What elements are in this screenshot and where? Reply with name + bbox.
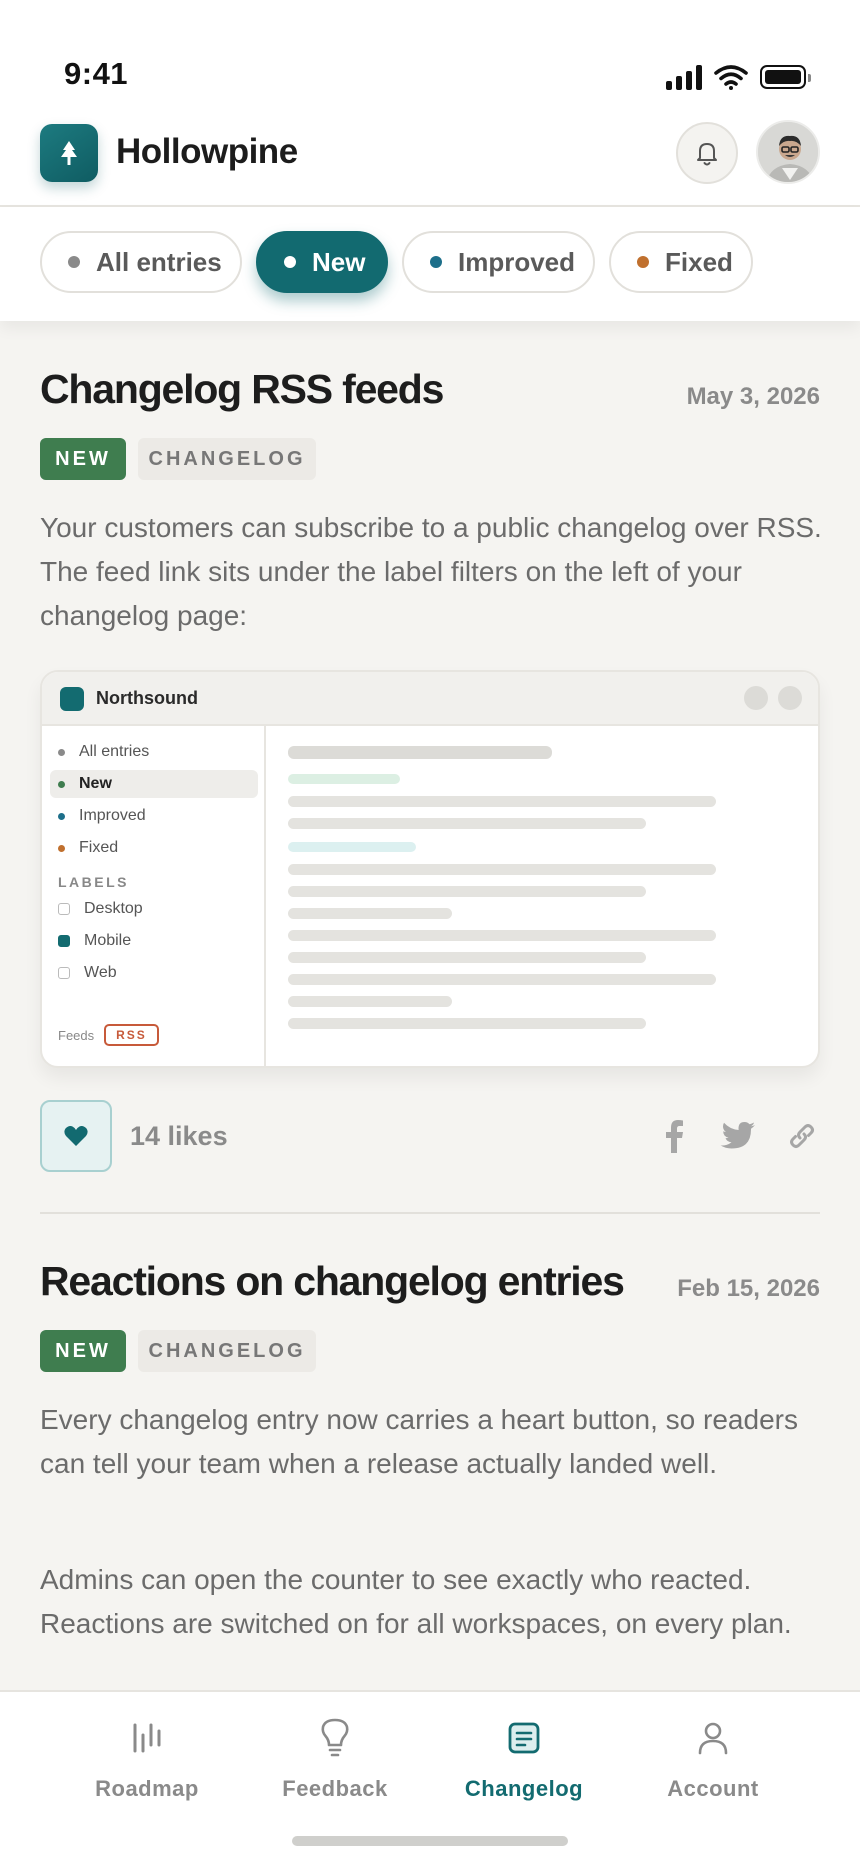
tag-new: NEW [40,438,126,480]
entry-date: Feb 15, 2026 [677,1275,820,1302]
filter-dot [637,256,649,268]
tab-label: Feedback [282,1776,388,1801]
app-logo[interactable] [40,124,98,182]
mock-sidebar-item-selected: New [50,770,258,798]
tab-feedback[interactable]: Feedback [250,1714,420,1802]
mock-window-control [744,686,768,710]
twitter-share-button[interactable] [720,1118,756,1154]
changelog-screenshot-mockup: Northsound All entries New Improved Fixe… [40,670,820,1068]
wifi-icon [714,65,748,90]
filter-dot [68,256,80,268]
filter-dot [284,256,296,268]
status-icons [666,64,811,90]
cellular-signal-icon [666,64,702,90]
likes-count[interactable]: 14 likes [130,1121,228,1152]
mock-app-name: Northsound [96,688,198,708]
pine-tree-icon [61,141,77,165]
facebook-share-button[interactable] [656,1118,692,1154]
entry-body: Every changelog entry now carries a hear… [40,1404,798,1479]
tab-label: Account [667,1776,759,1801]
status-bar: 9:41 [0,0,860,110]
lightbulb-icon [321,1718,349,1757]
filter-label: Fixed [665,246,733,277]
mock-feeds-row: Feeds RSS [58,1024,159,1046]
app-header: Hollowpine [0,110,860,207]
mock-rss-badge: RSS [104,1024,159,1046]
mock-sidebar-item: Fixed [50,834,258,862]
tag-changelog: CHANGELOG [138,1330,316,1372]
mock-app-logo [60,687,84,711]
tab-roadmap[interactable]: Roadmap [62,1714,232,1802]
mock-label-checkbox: Mobile [58,932,131,950]
filter-label: New [312,246,366,277]
facebook-icon [666,1120,683,1153]
like-button[interactable] [40,1100,112,1172]
mock-titlebar: Northsound [42,672,818,726]
entry-divider [40,1212,820,1214]
mock-label-checkbox: Desktop [58,900,143,918]
mock-window-control [778,686,802,710]
tab-account[interactable]: Account [628,1714,798,1802]
app-name: Hollowpine [116,132,298,171]
notifications-button[interactable] [676,122,738,184]
tab-changelog[interactable]: Changelog [439,1714,609,1802]
filter-label: All entries [96,246,222,277]
twitter-icon [720,1122,755,1149]
tab-label: Changelog [464,1776,584,1801]
roadmap-icon [133,1723,161,1753]
link-icon [790,1124,814,1148]
tag-changelog: CHANGELOG [138,438,316,480]
mock-labels-heading: LABELS [58,874,129,890]
heart-icon [64,1126,88,1146]
avatar-portrait-icon [758,122,818,182]
home-indicator[interactable] [292,1836,568,1846]
entry-title[interactable]: Changelog RSS feeds [40,366,444,413]
filter-dot [430,256,442,268]
changelog-icon [508,1722,540,1754]
battery-icon [760,65,811,89]
user-avatar[interactable] [756,120,820,184]
mock-sidebar-item: Improved [50,802,258,830]
entry-body: Your customers can subscribe to a public… [40,512,822,631]
mock-sidebar-item: All entries [50,738,258,766]
filter-label: Improved [458,246,576,277]
filter-new[interactable]: New [256,231,388,293]
mock-feeds-label: Feeds [58,1027,95,1043]
mock-sidebar: All entries New Improved Fixed LABELS De… [42,726,266,1066]
mock-label-checkbox: Web [58,964,117,982]
entry-title[interactable]: Reactions on changelog entries [40,1258,625,1305]
filter-all-entries[interactable]: All entries [40,231,242,293]
filter-bar: All entries New Improved Fixed [0,207,860,321]
bell-icon [697,143,717,166]
filter-improved[interactable]: Improved [402,231,595,293]
filter-fixed[interactable]: Fixed [609,231,753,293]
entry-body: Admins can open the counter to see exact… [40,1564,792,1639]
entry-date: May 3, 2026 [686,383,820,410]
status-time: 9:41 [64,56,129,91]
tag-new: NEW [40,1330,126,1372]
copy-link-button[interactable] [784,1118,820,1154]
person-icon [698,1722,728,1755]
tab-label: Roadmap [95,1776,199,1801]
